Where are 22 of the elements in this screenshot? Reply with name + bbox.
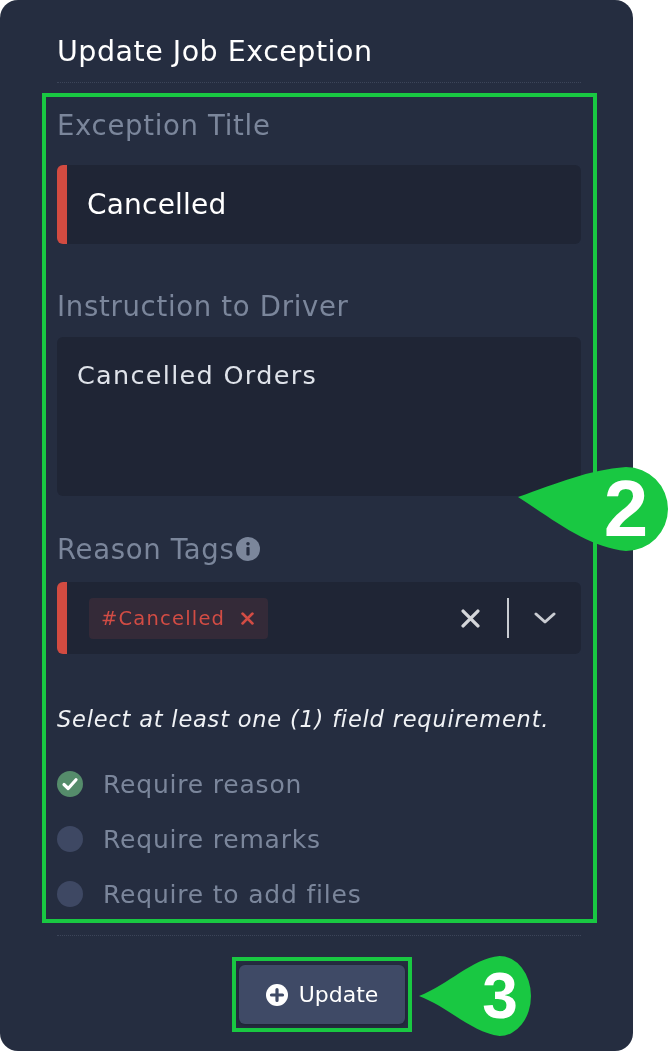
checkbox-label: Require remarks (103, 824, 321, 854)
checkbox[interactable] (57, 826, 83, 852)
hint-text: Select at least one (1) field requirement. (57, 705, 551, 734)
plus-circle-icon (265, 983, 288, 1006)
field-label: Exception Title (57, 108, 271, 142)
field-label: Instruction to Driver (57, 289, 349, 323)
checkbox[interactable] (57, 881, 83, 907)
callout-marker: 3 (419, 956, 531, 1036)
field-label: Reason Tags (57, 532, 235, 566)
update-button[interactable]: Update (239, 965, 405, 1024)
text-input[interactable]: Cancelled (57, 165, 581, 244)
checkbox[interactable] (57, 771, 83, 797)
remove-icon[interactable] (241, 611, 255, 625)
callout-marker: 2 (518, 467, 668, 551)
textarea-input[interactable]: Cancelled Orders (57, 337, 581, 496)
info-icon[interactable] (235, 537, 260, 561)
clear-icon[interactable] (461, 608, 480, 628)
tag-text: #Cancelled (101, 606, 226, 630)
dialog-title: Update Job Exception (57, 34, 374, 70)
checkbox-label: Require to add files (103, 879, 362, 909)
checkbox-label: Require reason (103, 769, 303, 799)
chevron-down-icon[interactable] (534, 612, 556, 624)
